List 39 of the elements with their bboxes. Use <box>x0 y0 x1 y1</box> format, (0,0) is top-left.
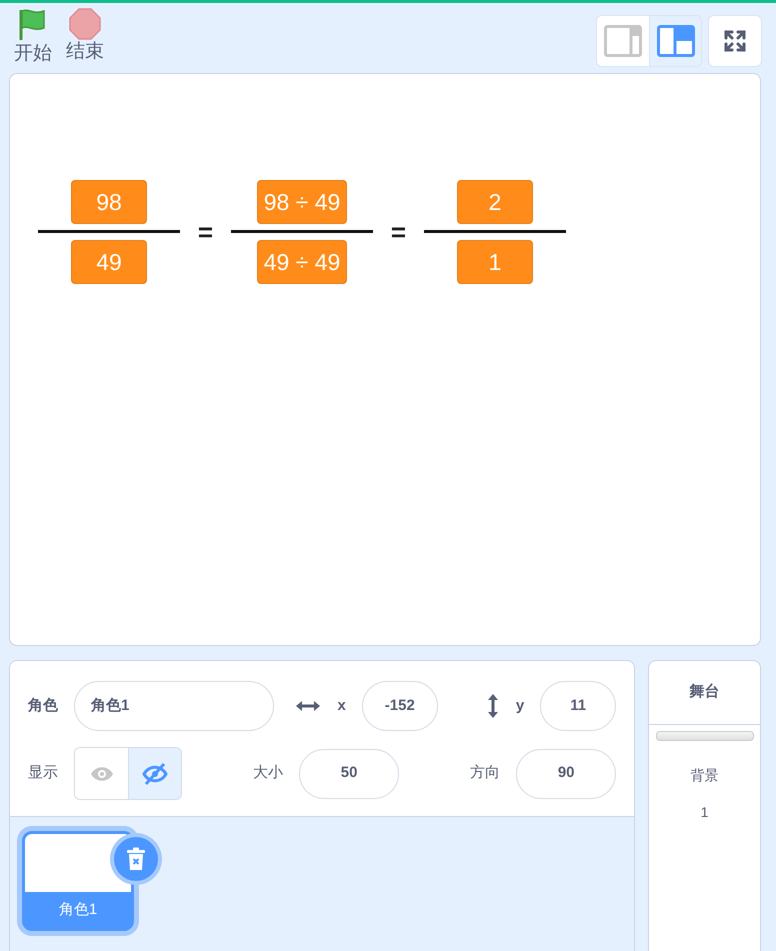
backdrop-label: 背景 <box>690 766 719 784</box>
stage-title: 舞台 <box>649 661 760 724</box>
stop-label: 结束 <box>66 41 104 64</box>
sprite-name-label: 角色 <box>28 696 58 716</box>
sprite-name: 角色1 <box>58 900 98 920</box>
equals-sign: = <box>196 216 214 248</box>
numerator-box: 98 <box>71 180 147 224</box>
layout-icon <box>604 25 642 57</box>
expand-icon <box>723 29 747 53</box>
numerator-box: 2 <box>457 180 533 224</box>
denominator-box: 1 <box>457 240 533 284</box>
flag-label: 开始 <box>14 43 52 66</box>
eye-slash-icon <box>142 762 168 786</box>
hide-button[interactable] <box>128 748 181 799</box>
direction-field[interactable]: 90 <box>516 748 616 798</box>
y-label: y <box>516 696 524 716</box>
show-label: 显示 <box>28 763 58 784</box>
numerator-box: 98 ÷ 49 <box>256 180 348 224</box>
size-field[interactable]: 50 <box>299 748 400 798</box>
horizontal-arrows-icon <box>295 698 322 713</box>
layout-icon <box>656 25 694 57</box>
denominator-box: 49 ÷ 49 <box>256 240 348 284</box>
vertical-arrows-icon <box>486 693 500 719</box>
sprite-name-field[interactable]: 角色1 <box>74 681 274 731</box>
backdrop-count: 1 <box>700 802 708 822</box>
x-label: x <box>337 696 346 716</box>
stop-icon[interactable] <box>68 7 102 41</box>
size-label: 大小 <box>253 763 284 784</box>
direction-label: 方向 <box>470 763 500 784</box>
delete-button[interactable] <box>114 837 158 881</box>
trash-icon <box>126 847 146 871</box>
x-field[interactable]: -152 <box>362 681 438 731</box>
fullscreen-button[interactable] <box>708 15 762 67</box>
equals-sign: = <box>390 216 408 248</box>
normal-stage-button[interactable] <box>649 16 701 66</box>
backdrop-thumbnail[interactable] <box>656 730 754 740</box>
eye-icon <box>90 766 114 782</box>
y-field[interactable]: 11 <box>540 681 616 731</box>
denominator-box: 49 <box>71 240 147 284</box>
